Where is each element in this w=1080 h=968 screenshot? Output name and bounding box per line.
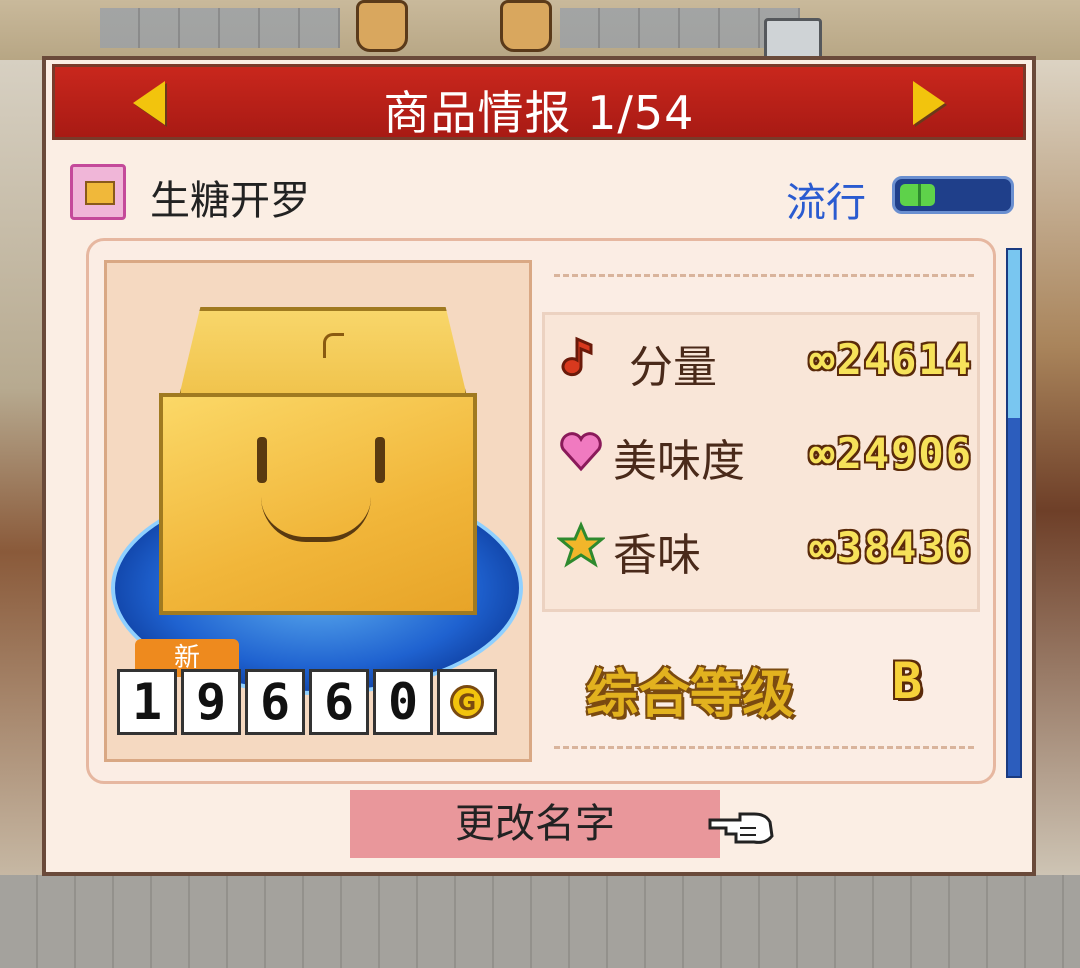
- box-crack: [323, 333, 344, 358]
- overall-grade-label: 综合等级: [586, 665, 795, 725]
- music-note-icon: [561, 336, 593, 377]
- character-sprite: [356, 0, 408, 52]
- title-bar: 商品情报 1/54: [52, 64, 1026, 140]
- divider: [554, 274, 974, 277]
- product-info-panel: 商品情报 1/54 生糖开罗 流行 新 1 9 6 6 0 G 分量 ∞2461…: [42, 56, 1036, 876]
- smile: [261, 497, 371, 542]
- pointing-hand-icon: [708, 812, 774, 844]
- stat-label: 分量: [629, 342, 717, 393]
- stat-row-aroma: 香味 ∞38436: [545, 507, 983, 587]
- arrow-right-icon[interactable]: [913, 81, 945, 125]
- currency-symbol: G: [450, 685, 484, 719]
- scrollbar[interactable]: [1006, 248, 1022, 778]
- divider: [554, 746, 974, 749]
- overall-grade-value: B: [892, 652, 923, 710]
- product-box-face: [159, 393, 477, 615]
- eye-right: [375, 437, 385, 483]
- gift-box-icon: [70, 164, 126, 220]
- eye-left: [257, 437, 267, 483]
- product-image-frame: 新 1 9 6 6 0 G: [104, 260, 532, 762]
- panel-title: 商品情报 1/54: [383, 86, 695, 140]
- stat-value: ∞38436: [809, 523, 973, 572]
- stat-value: ∞24614: [809, 335, 973, 384]
- price-digit: 0: [373, 669, 433, 735]
- stat-label: 美味度: [613, 436, 745, 487]
- rename-button[interactable]: 更改名字: [350, 790, 720, 858]
- product-name: 生糖开罗: [150, 178, 310, 224]
- trend-meter: [892, 176, 1014, 214]
- background-floor: [0, 875, 1080, 968]
- stat-row-taste: 美味度 ∞24906: [545, 413, 983, 493]
- price-digit: 6: [245, 669, 305, 735]
- price-digit: 9: [181, 669, 241, 735]
- scrollbar-thumb[interactable]: [1008, 250, 1020, 418]
- character-sprite: [500, 0, 552, 52]
- gold-coin-icon: G: [437, 669, 497, 735]
- background-right: [1036, 60, 1080, 880]
- trend-meter-fill: [900, 184, 935, 206]
- price-display: 1 9 6 6 0 G: [117, 669, 497, 739]
- stat-row-volume: 分量 ∞24614: [545, 319, 983, 399]
- stats-panel: 分量 ∞24614 美味度 ∞24906 香味 ∞38436: [542, 312, 980, 612]
- star-icon: [557, 521, 605, 568]
- trend-label: 流行: [786, 180, 866, 226]
- stat-label: 香味: [613, 530, 701, 581]
- background-left: [0, 60, 44, 880]
- background-wall: [100, 8, 340, 48]
- heart-icon: [560, 432, 602, 472]
- price-digit: 1: [117, 669, 177, 735]
- price-digit: 6: [309, 669, 369, 735]
- stat-value: ∞24906: [809, 429, 973, 478]
